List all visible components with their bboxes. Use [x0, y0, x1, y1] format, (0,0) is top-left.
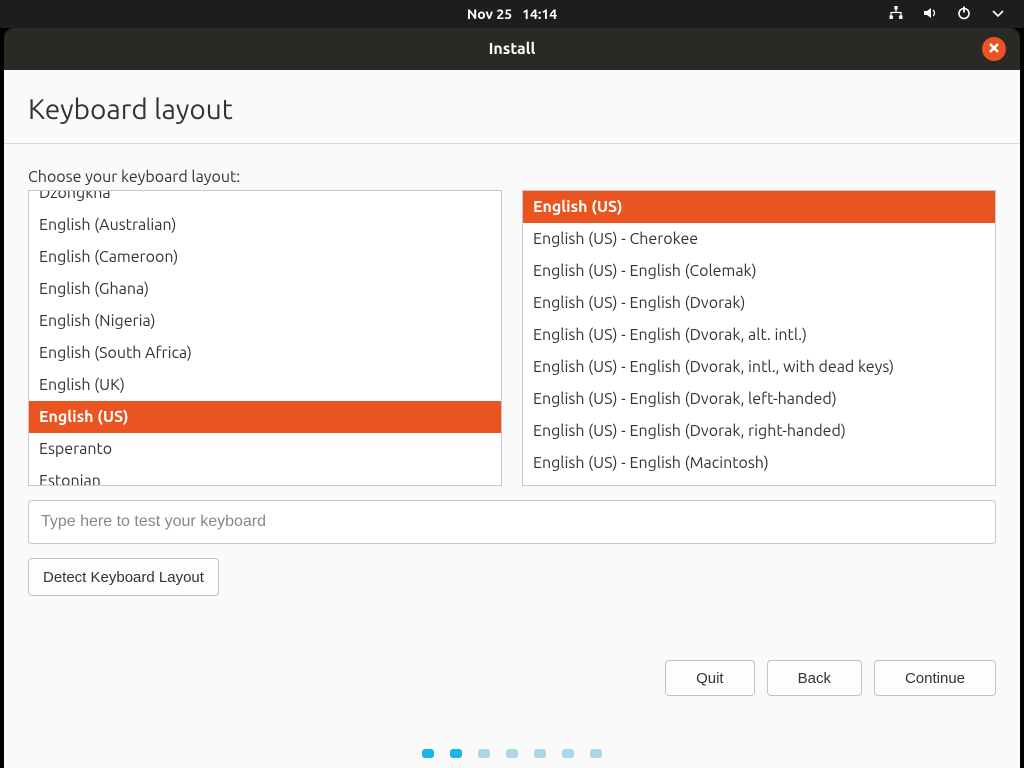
window-title: Install — [489, 40, 536, 58]
step-dot — [534, 749, 546, 758]
detect-keyboard-button[interactable]: Detect Keyboard Layout — [28, 558, 219, 596]
quit-button[interactable]: Quit — [665, 660, 755, 696]
variant-item[interactable]: English (US) - Cherokee — [523, 223, 995, 255]
variant-item[interactable]: English (US) - English (Dvorak) — [523, 287, 995, 319]
progress-stepper — [422, 749, 602, 758]
time-label: 14:14 — [522, 6, 557, 22]
continue-button[interactable]: Continue — [874, 660, 996, 696]
layout-item[interactable]: English (South Africa) — [29, 337, 501, 369]
variant-item[interactable]: English (US) - English (Dvorak, intl., w… — [523, 351, 995, 383]
window-titlebar: Install — [4, 28, 1020, 70]
step-dot — [562, 749, 574, 758]
close-button[interactable] — [982, 37, 1006, 61]
close-icon — [988, 40, 1000, 58]
step-dot — [506, 749, 518, 758]
volume-icon[interactable] — [922, 5, 938, 24]
keyboard-test-input[interactable] — [28, 500, 996, 544]
page-title: Keyboard layout — [28, 94, 996, 125]
layout-item[interactable]: English (Cameroon) — [29, 241, 501, 273]
power-icon[interactable] — [956, 5, 972, 24]
step-dot — [590, 749, 602, 758]
layout-item[interactable]: English (US) — [29, 401, 501, 433]
layout-item[interactable]: English (UK) — [29, 369, 501, 401]
step-dot — [450, 749, 462, 758]
network-icon[interactable] — [888, 5, 904, 24]
chevron-down-icon[interactable] — [990, 5, 1006, 24]
layout-item[interactable]: English (Nigeria) — [29, 305, 501, 337]
variant-item[interactable]: English (US) - English (Macintosh) — [523, 447, 995, 479]
layout-item[interactable]: Dzongkha — [29, 190, 501, 209]
keyboard-variant-list[interactable]: English (US)English (US) - CherokeeEngli… — [522, 190, 996, 486]
instruction-label: Choose your keyboard layout: — [28, 168, 996, 186]
variant-item[interactable]: English (US) - English (Colemak) — [523, 255, 995, 287]
variant-item[interactable]: English (US) - English (US, alt. intl.) — [523, 479, 995, 486]
step-dot — [478, 749, 490, 758]
variant-item[interactable]: English (US) - English (Dvorak, left-han… — [523, 383, 995, 415]
back-button[interactable]: Back — [767, 660, 862, 696]
keyboard-layout-list[interactable]: DzongkhaEnglish (Australian)English (Cam… — [28, 190, 502, 486]
installer-window: Keyboard layout Choose your keyboard lay… — [4, 70, 1020, 768]
layout-item[interactable]: Estonian — [29, 465, 501, 486]
layout-item[interactable]: English (Ghana) — [29, 273, 501, 305]
variant-item[interactable]: English (US) — [523, 191, 995, 223]
variant-item[interactable]: English (US) - English (Dvorak, alt. int… — [523, 319, 995, 351]
clock[interactable]: Nov 25 14:14 — [467, 6, 557, 22]
date-label: Nov 25 — [467, 6, 512, 22]
system-top-bar: Nov 25 14:14 — [0, 0, 1024, 28]
step-dot — [422, 749, 434, 758]
layout-item[interactable]: English (Australian) — [29, 209, 501, 241]
layout-item[interactable]: Esperanto — [29, 433, 501, 465]
variant-item[interactable]: English (US) - English (Dvorak, right-ha… — [523, 415, 995, 447]
